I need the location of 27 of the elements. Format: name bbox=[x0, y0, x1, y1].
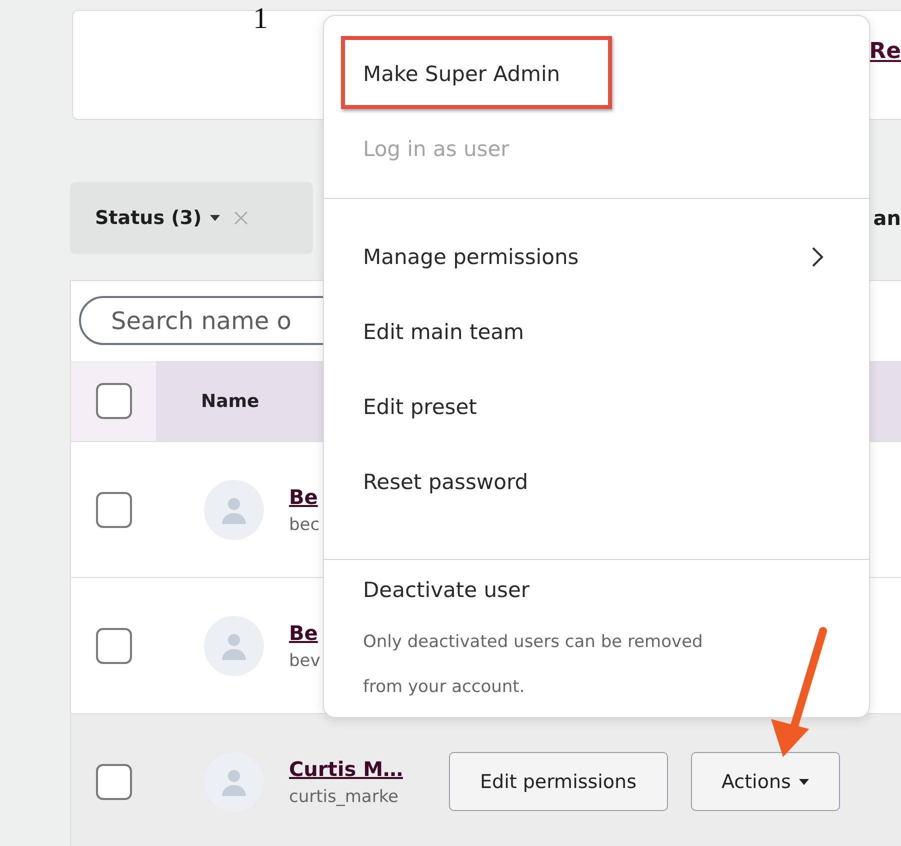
card-text: 1 bbox=[253, 7, 268, 31]
user-email: curtis_marke bbox=[289, 786, 400, 806]
caret-icon bbox=[798, 778, 809, 784]
user-name-link[interactable]: Curtis M… bbox=[289, 756, 439, 780]
edit-permissions-button[interactable]: Edit permissions bbox=[449, 752, 668, 811]
avatar-icon bbox=[204, 616, 264, 676]
menu-item[interactable]: Make Super Admin bbox=[324, 36, 869, 111]
user-email: bev bbox=[289, 650, 322, 670]
column-header[interactable]: Name bbox=[201, 390, 260, 412]
checkbox[interactable] bbox=[96, 628, 132, 664]
menu-item[interactable]: Deactivate user bbox=[324, 560, 869, 620]
actions-dropdown-button[interactable]: Actions bbox=[690, 752, 840, 811]
caret-icon bbox=[210, 215, 220, 221]
menu-note: Only deactivated users can be removed from your account. bbox=[363, 631, 704, 699]
checkbox[interactable] bbox=[96, 383, 132, 419]
menu-item[interactable]: Manage permissions bbox=[324, 219, 869, 294]
avatar-icon bbox=[204, 480, 264, 540]
chevron-right-icon bbox=[811, 246, 825, 268]
checkbox[interactable] bbox=[96, 764, 132, 800]
checkbox[interactable] bbox=[96, 492, 132, 528]
menu-item[interactable]: Reset password bbox=[324, 444, 869, 519]
avatar-icon bbox=[204, 752, 264, 812]
menu-item[interactable]: Edit preset bbox=[324, 369, 869, 444]
status-filter-chip[interactable]: Status (3) bbox=[70, 182, 313, 254]
user-email: bec bbox=[289, 514, 321, 534]
link[interactable]: Re bbox=[869, 39, 901, 64]
filter-label: an bbox=[873, 206, 901, 230]
